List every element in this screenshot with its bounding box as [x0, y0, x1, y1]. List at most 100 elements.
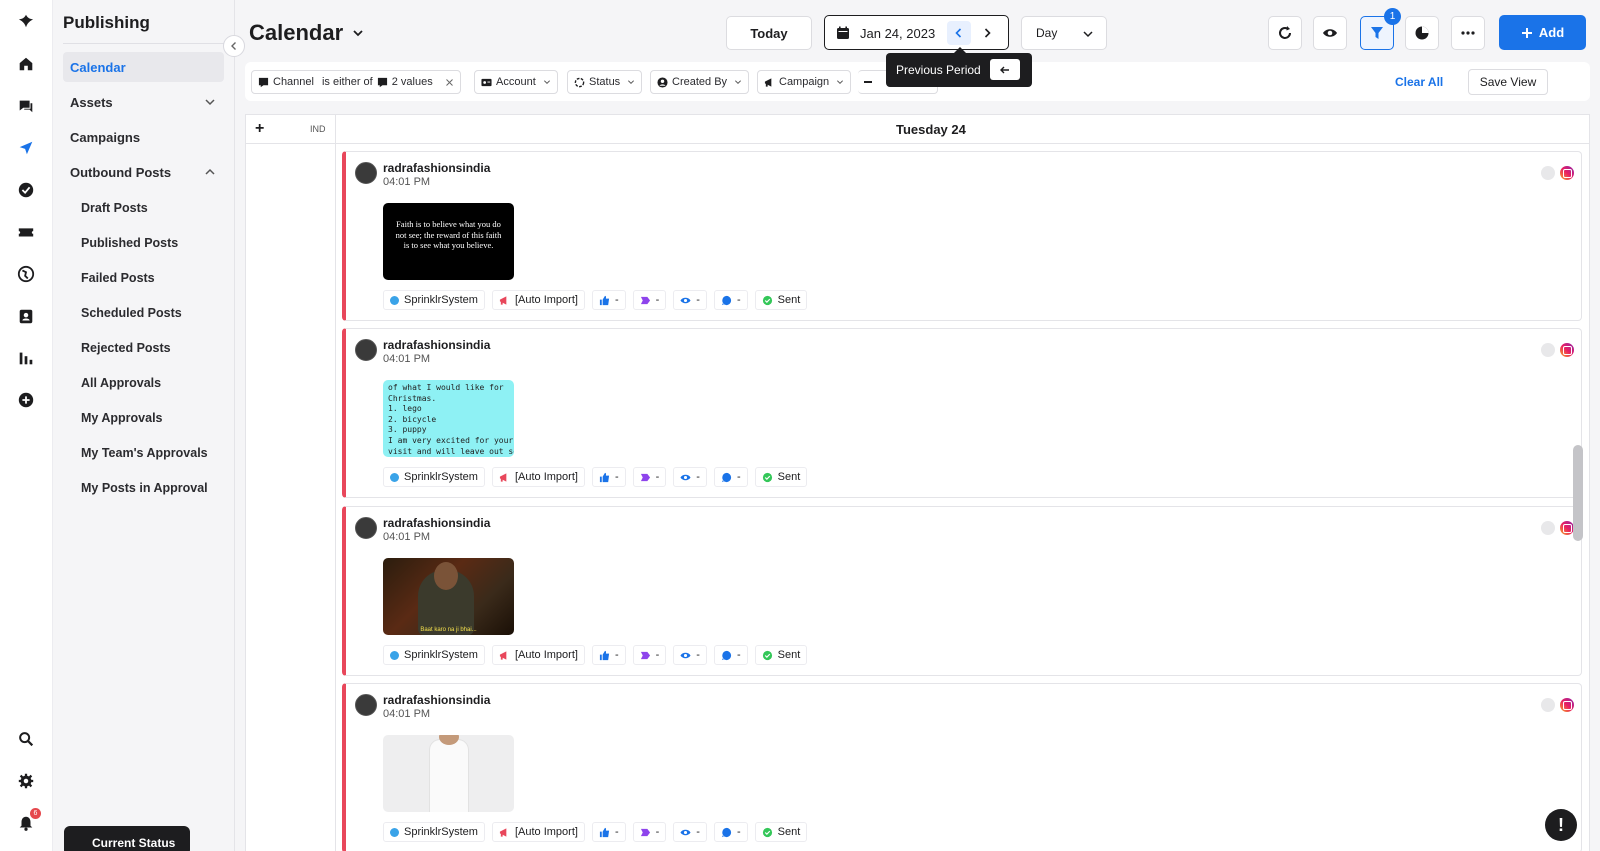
tag-label: -: [655, 826, 660, 838]
today-button[interactable]: Today: [726, 16, 812, 50]
clear-all-link[interactable]: Clear All: [1395, 75, 1443, 89]
user-tag[interactable]: SprinklrSystem: [383, 645, 485, 665]
add-event-button[interactable]: +: [255, 120, 264, 138]
current-status-button[interactable]: Current Status: [64, 826, 190, 851]
likes-tag: -: [591, 467, 626, 487]
post-image[interactable]: of what I would like for Christmas. 1. l…: [383, 380, 514, 457]
post-options-icon[interactable]: [1541, 698, 1555, 712]
sidebar-subitem-failed-posts[interactable]: Failed Posts: [81, 265, 231, 291]
collapse-sidebar-button[interactable]: [223, 35, 245, 57]
sidebar-subitem-all-approvals[interactable]: All Approvals: [81, 370, 231, 396]
post-options-icon[interactable]: [1541, 166, 1555, 180]
post-card[interactable]: radrafashionsindia 04:01 PM SprinklrSyst…: [342, 683, 1582, 851]
post-card[interactable]: radrafashionsindia 04:01 PM Faith is to …: [342, 151, 1582, 321]
status-filter-chip[interactable]: Status: [567, 70, 643, 94]
sidebar-item-campaigns[interactable]: Campaigns: [63, 122, 224, 152]
sidebar-item-outbound-posts[interactable]: Outbound Posts: [63, 157, 224, 187]
previous-period-button[interactable]: [947, 21, 971, 45]
tag-label: Sent: [777, 826, 801, 838]
post-card[interactable]: radrafashionsindia 04:01 PM Baat karo na…: [342, 506, 1582, 676]
user-tag[interactable]: SprinklrSystem: [383, 467, 485, 487]
post-image[interactable]: Baat karo na ji bhai...: [383, 558, 514, 635]
channel-filter-chip[interactable]: Channel is either of 2 values: [251, 70, 461, 94]
help-button[interactable]: !: [1545, 809, 1577, 841]
comment-icon: [721, 650, 732, 660]
save-view-button[interactable]: Save View: [1468, 69, 1548, 95]
scrollbar[interactable]: [1573, 445, 1583, 541]
sidebar-subitem-rejected-posts[interactable]: Rejected Posts: [81, 335, 231, 361]
search-icon[interactable]: [14, 727, 38, 751]
post-handle[interactable]: radrafashionsindia: [383, 161, 490, 175]
keyboard-shortcut: [990, 59, 1020, 80]
next-period-button[interactable]: [975, 21, 999, 45]
shares-tag: -: [632, 290, 667, 310]
current-date[interactable]: Jan 24, 2023: [860, 26, 935, 41]
close-icon[interactable]: [445, 78, 454, 87]
status-tag: Sent: [754, 467, 808, 487]
sidebar-subitem-my-approvals[interactable]: My Approvals: [81, 405, 231, 431]
send-icon[interactable]: [14, 136, 38, 160]
post-image[interactable]: Faith is to believe what you do not see;…: [383, 203, 514, 280]
chip-label: Campaign: [779, 76, 830, 88]
dash-icon: [864, 81, 872, 83]
user-tag[interactable]: SprinklrSystem: [383, 822, 485, 842]
bell-icon[interactable]: 6: [14, 808, 41, 835]
chat-icon[interactable]: [14, 94, 38, 118]
post-options-icon[interactable]: [1541, 343, 1555, 357]
notification-badge: 6: [30, 808, 41, 819]
sidebar-divider: [63, 43, 234, 44]
sidebar-subitem-my-teams-approvals[interactable]: My Team's Approvals: [81, 440, 231, 466]
sidebar-subitem-my-posts-in-approval[interactable]: My Posts in Approval: [81, 475, 231, 501]
refresh-button[interactable]: [1268, 16, 1302, 50]
post-handle[interactable]: radrafashionsindia: [383, 516, 490, 530]
campaign-tag[interactable]: [Auto Import]: [491, 645, 585, 665]
page-title: Calendar: [249, 20, 344, 45]
ticket-icon[interactable]: [14, 220, 38, 244]
comments-tag: -: [713, 645, 748, 665]
logo-icon[interactable]: [14, 9, 38, 33]
globe-icon[interactable]: [14, 262, 38, 286]
home-icon[interactable]: [14, 52, 38, 76]
avatar: [355, 162, 377, 184]
bar-chart-icon[interactable]: [14, 346, 38, 370]
post-handle[interactable]: radrafashionsindia: [383, 338, 490, 352]
title-dropdown-icon[interactable]: [351, 26, 365, 40]
campaign-tag[interactable]: [Auto Import]: [491, 290, 585, 310]
check-circle-icon[interactable]: [14, 178, 38, 202]
add-button[interactable]: Add: [1499, 15, 1586, 50]
gear-icon[interactable]: [14, 769, 38, 793]
filter-button[interactable]: 1: [1360, 8, 1401, 50]
campaign-filter-chip[interactable]: Campaign: [757, 70, 852, 94]
sidebar-subitem-draft-posts[interactable]: Draft Posts: [81, 195, 231, 221]
created-by-filter-chip[interactable]: Created By: [650, 70, 750, 94]
pie-chart-button[interactable]: [1405, 16, 1439, 50]
sidebar-item-assets[interactable]: Assets: [63, 87, 224, 117]
sidebar-subitem-published-posts[interactable]: Published Posts: [81, 230, 231, 256]
preview-button[interactable]: [1313, 16, 1347, 50]
tag-label: -: [736, 471, 741, 483]
post-options-icon[interactable]: [1541, 521, 1555, 535]
check-circle-icon: [762, 295, 772, 305]
shirt-figure: [430, 740, 468, 812]
campaign-tag[interactable]: [Auto Import]: [491, 467, 585, 487]
tag-icon: [640, 296, 650, 304]
post-image[interactable]: [383, 735, 514, 812]
main-area: Calendar Today Jan 24, 2023 Day 1 Add Pr…: [235, 0, 1600, 851]
post-tags: SprinklrSystem [Auto Import] - - - - Sen…: [383, 467, 808, 487]
campaign-tag[interactable]: [Auto Import]: [491, 822, 585, 842]
account-filter-chip[interactable]: Account: [474, 70, 558, 94]
post-card[interactable]: radrafashionsindia 04:01 PM of what I wo…: [342, 328, 1582, 498]
tooltip-text: Previous Period: [896, 63, 981, 77]
more-options-button[interactable]: [1451, 16, 1485, 50]
sidebar-subitem-scheduled-posts[interactable]: Scheduled Posts: [81, 300, 231, 326]
user-tag[interactable]: SprinklrSystem: [383, 290, 485, 310]
thumbs-up-icon: [599, 827, 610, 837]
calendar-icon: [837, 26, 849, 39]
sidebar-item-calendar[interactable]: Calendar: [63, 52, 224, 82]
check-circle-icon: [762, 472, 772, 482]
post-handle[interactable]: radrafashionsindia: [383, 693, 490, 707]
contact-card-icon[interactable]: [14, 304, 38, 328]
view-select[interactable]: Day: [1021, 16, 1107, 50]
views-tag: -: [673, 467, 707, 487]
plus-circle-icon[interactable]: [14, 388, 38, 412]
